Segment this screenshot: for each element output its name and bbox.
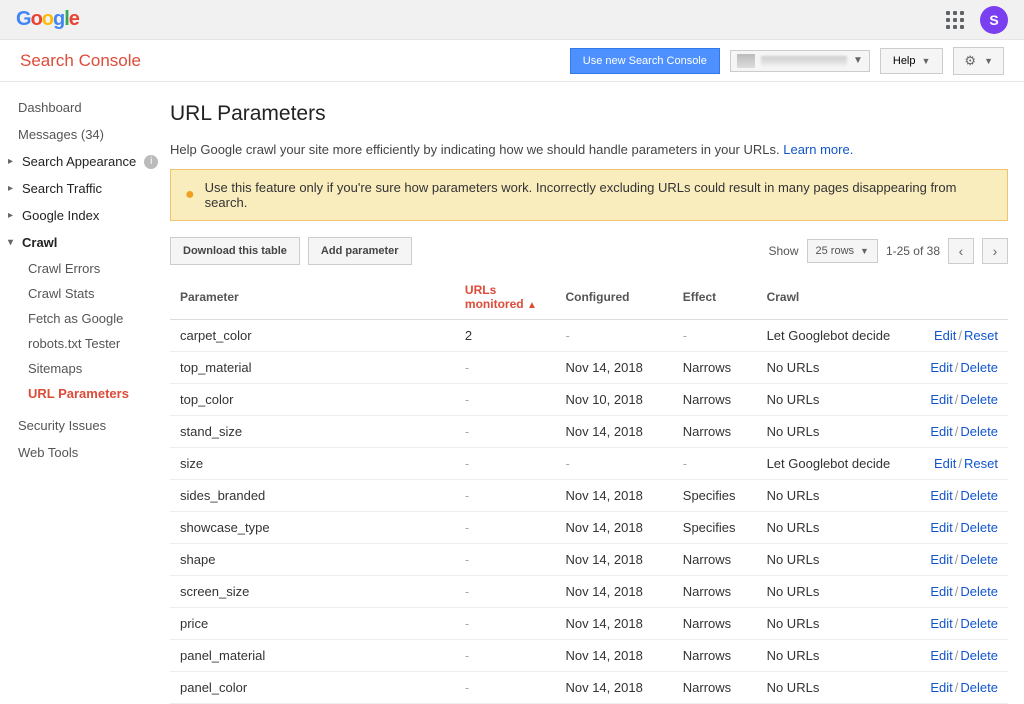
edit-link[interactable]: Edit: [934, 456, 956, 471]
rows-selector[interactable]: 25 rows▼: [807, 239, 878, 263]
sidebar-item-url-parameters[interactable]: URL Parameters: [0, 381, 170, 406]
chevron-right-icon: ▸: [8, 156, 18, 167]
settings-button[interactable]: ⚙▼: [953, 47, 1004, 75]
sidebar-item-fetch-as-google[interactable]: Fetch as Google: [0, 306, 170, 331]
warning-banner: ● Use this feature only if you're sure h…: [170, 169, 1008, 221]
table-row: shape-Nov 14, 2018NarrowsNo URLsEdit/Del…: [170, 544, 1008, 576]
reset-link[interactable]: Reset: [964, 456, 998, 471]
edit-link[interactable]: Edit: [930, 584, 952, 599]
sidebar-item-dashboard[interactable]: Dashboard: [0, 94, 170, 121]
parameters-table: Parameter URLs monitored ▲ Configured Ef…: [170, 275, 1008, 704]
new-console-button[interactable]: Use new Search Console: [570, 48, 720, 74]
sidebar-item-web-tools[interactable]: Web Tools: [0, 439, 170, 466]
delete-link[interactable]: Delete: [960, 616, 998, 631]
table-row: size---Let Googlebot decideEdit/Reset: [170, 448, 1008, 480]
table-row: showcase_type-Nov 14, 2018SpecifiesNo UR…: [170, 512, 1008, 544]
warning-icon: ●: [185, 186, 195, 204]
delete-link[interactable]: Delete: [960, 648, 998, 663]
property-selector[interactable]: ▼: [730, 50, 870, 72]
sidebar-group-google-index[interactable]: ▸Google Index: [0, 202, 170, 229]
sidebar-group-search-appearance[interactable]: ▸Search Appearancei: [0, 148, 170, 175]
col-crawl[interactable]: Crawl: [757, 275, 908, 320]
edit-link[interactable]: Edit: [934, 328, 956, 343]
property-text: [761, 56, 847, 66]
edit-link[interactable]: Edit: [930, 648, 952, 663]
property-thumb: [737, 54, 755, 68]
delete-link[interactable]: Delete: [960, 552, 998, 567]
prev-page-button[interactable]: ‹: [948, 238, 974, 264]
edit-link[interactable]: Edit: [930, 552, 952, 567]
edit-link[interactable]: Edit: [930, 424, 952, 439]
delete-link[interactable]: Delete: [960, 488, 998, 503]
sidebar-group-crawl[interactable]: ▾Crawl: [0, 229, 170, 256]
table-row: carpet_color2--Let Googlebot decideEdit/…: [170, 320, 1008, 352]
sidebar-item-security[interactable]: Security Issues: [0, 412, 170, 439]
help-button[interactable]: Help▼: [880, 48, 944, 74]
delete-link[interactable]: Delete: [960, 392, 998, 407]
chevron-down-icon: ▾: [8, 237, 18, 248]
edit-link[interactable]: Edit: [930, 616, 952, 631]
show-label: Show: [768, 244, 798, 258]
page-title: URL Parameters: [170, 102, 1008, 126]
chevron-down-icon: ▼: [984, 56, 993, 66]
apps-icon[interactable]: [946, 11, 964, 29]
delete-link[interactable]: Delete: [960, 680, 998, 695]
col-configured[interactable]: Configured: [555, 275, 672, 320]
table-row: sides_branded-Nov 14, 2018SpecifiesNo UR…: [170, 480, 1008, 512]
edit-link[interactable]: Edit: [930, 680, 952, 695]
sidebar-item-sitemaps[interactable]: Sitemaps: [0, 356, 170, 381]
edit-link[interactable]: Edit: [930, 520, 952, 535]
sidebar-group-search-traffic[interactable]: ▸Search Traffic: [0, 175, 170, 202]
chevron-down-icon: ▼: [922, 56, 931, 66]
product-name: Search Console: [20, 51, 141, 71]
col-parameter[interactable]: Parameter: [170, 275, 455, 320]
delete-link[interactable]: Delete: [960, 584, 998, 599]
next-page-button[interactable]: ›: [982, 238, 1008, 264]
learn-more-link[interactable]: Learn more.: [783, 142, 853, 157]
table-row: stand_size-Nov 14, 2018NarrowsNo URLsEdi…: [170, 416, 1008, 448]
delete-link[interactable]: Delete: [960, 360, 998, 375]
table-row: screen_size-Nov 14, 2018NarrowsNo URLsEd…: [170, 576, 1008, 608]
table-row: top_color-Nov 10, 2018NarrowsNo URLsEdit…: [170, 384, 1008, 416]
pagination-range: 1-25 of 38: [886, 244, 940, 258]
reset-link[interactable]: Reset: [964, 328, 998, 343]
table-row: panel_color-Nov 14, 2018NarrowsNo URLsEd…: [170, 672, 1008, 704]
col-effect[interactable]: Effect: [673, 275, 757, 320]
table-row: price-Nov 14, 2018NarrowsNo URLsEdit/Del…: [170, 608, 1008, 640]
add-parameter-button[interactable]: Add parameter: [308, 237, 412, 265]
table-row: top_material-Nov 14, 2018NarrowsNo URLsE…: [170, 352, 1008, 384]
google-logo[interactable]: Google: [16, 8, 79, 31]
sidebar-item-robots-tester[interactable]: robots.txt Tester: [0, 331, 170, 356]
page-intro: Help Google crawl your site more efficie…: [170, 142, 1008, 157]
chevron-down-icon: ▼: [853, 55, 863, 66]
avatar[interactable]: S: [980, 6, 1008, 34]
sidebar-item-messages[interactable]: Messages (34): [0, 121, 170, 148]
edit-link[interactable]: Edit: [930, 488, 952, 503]
edit-link[interactable]: Edit: [930, 360, 952, 375]
col-urls-monitored[interactable]: URLs monitored ▲: [455, 275, 556, 320]
sidebar-item-crawl-stats[interactable]: Crawl Stats: [0, 281, 170, 306]
gear-icon: ⚙: [964, 53, 976, 69]
chevron-right-icon: ▸: [8, 210, 18, 221]
download-table-button[interactable]: Download this table: [170, 237, 300, 265]
sidebar-item-crawl-errors[interactable]: Crawl Errors: [0, 256, 170, 281]
table-row: panel_material-Nov 14, 2018NarrowsNo URL…: [170, 640, 1008, 672]
chevron-down-icon: ▼: [860, 246, 869, 256]
info-icon: i: [144, 155, 158, 169]
edit-link[interactable]: Edit: [930, 392, 952, 407]
delete-link[interactable]: Delete: [960, 424, 998, 439]
chevron-right-icon: ▸: [8, 183, 18, 194]
sort-asc-icon: ▲: [527, 300, 537, 311]
delete-link[interactable]: Delete: [960, 520, 998, 535]
